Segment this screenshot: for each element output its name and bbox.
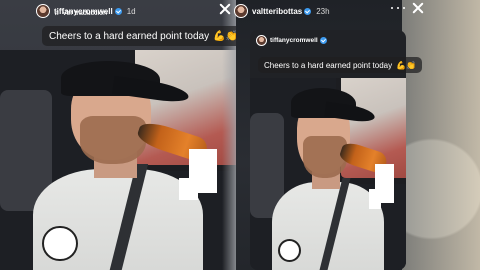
story-comparison-screen: tiffanycromwell 1d ♫ Ver traducción Chee… [0, 0, 480, 270]
right-story-header: valtteribottas 23h [234, 1, 330, 21]
avatar[interactable] [234, 4, 248, 18]
shared-story-photo [250, 78, 406, 270]
post-time: 23h [316, 6, 330, 16]
censor-block [179, 177, 199, 200]
close-icon[interactable] [411, 1, 425, 15]
avatar[interactable] [256, 35, 267, 46]
verified-badge-icon [304, 7, 312, 15]
caption-text: Cheers to a hard earned point today [264, 60, 393, 70]
more-icon[interactable] [391, 3, 405, 13]
avatar[interactable] [36, 4, 50, 18]
verified-badge-icon [319, 37, 327, 44]
story-caption: Cheers to a hard earned point today 💪👏 [42, 26, 246, 46]
username[interactable]: tiffanycromwell [270, 37, 318, 44]
translate-icon: ♫ [54, 10, 60, 17]
shared-card-header: tiffanycromwell [256, 35, 327, 46]
censor-block [368, 189, 382, 209]
username[interactable]: valtteribottas [252, 7, 302, 16]
caption-text: Cheers to a hard earned point today [49, 30, 210, 42]
jacket-badge [42, 225, 78, 262]
translation-label: Ver traducción [62, 10, 107, 17]
left-story-photo [0, 50, 236, 270]
verified-badge-icon [114, 7, 122, 15]
caption-emoji: 💪👏 [396, 60, 417, 70]
shared-story-caption: Cheers to a hard earned point today 💪👏 [258, 57, 423, 73]
close-icon[interactable] [218, 2, 232, 16]
post-time: 1d [126, 6, 136, 16]
caption-emoji: 💪👏 [213, 30, 239, 42]
translation-link[interactable]: ♫ Ver traducción [54, 10, 107, 17]
